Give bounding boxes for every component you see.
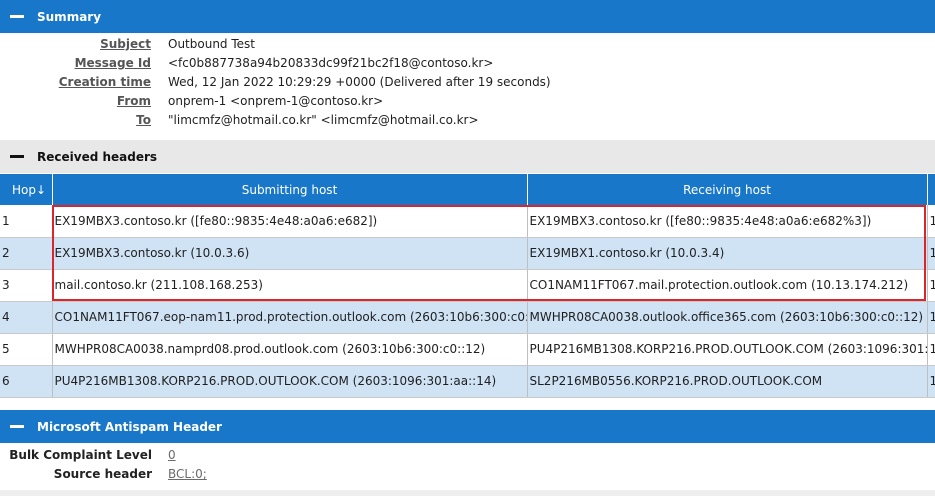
from-value: onprem-1 <onprem-1@contoso.kr> [168, 94, 384, 108]
subject-value: Outbound Test [168, 37, 255, 51]
submitting-host-column-header[interactable]: Submitting host [52, 174, 528, 205]
creation-time-value: Wed, 12 Jan 2022 10:29:29 +0000 (Deliver… [168, 75, 551, 89]
hop-cell: 3 [0, 269, 53, 302]
hop-cell: 6 [0, 365, 53, 398]
submitting-host-cell: PU4P216MB1308.KORP216.PROD.OUTLOOK.COM (… [52, 365, 528, 398]
summary-creation-time-row: Creation time Wed, 12 Jan 2022 10:29:29 … [0, 73, 935, 92]
summary-from-row: From onprem-1 <onprem-1@contoso.kr> [0, 92, 935, 111]
bulk-complaint-level-value[interactable]: 0 [168, 446, 176, 465]
to-label[interactable]: To [136, 111, 151, 130]
source-header-value[interactable]: BCL:0; [168, 465, 207, 484]
hop-cell: 4 [0, 301, 53, 334]
from-label[interactable]: From [117, 92, 151, 111]
summary-title: Summary [37, 9, 102, 24]
message-id-value: <fc0b887738a94b20833dc99f21bc2f18@contos… [168, 56, 494, 70]
summary-message-id-row: Message Id <fc0b887738a94b20833dc99f21bc… [0, 54, 935, 73]
creation-time-label[interactable]: Creation time [59, 73, 151, 92]
receiving-host-cell: MWHPR08CA0038.outlook.office365.com (260… [527, 301, 928, 334]
bottom-divider [0, 490, 935, 496]
table-row: 2 EX19MBX3.contoso.kr (10.0.3.6) EX19MBX… [0, 237, 935, 270]
received-headers-section-header[interactable]: Received headers [0, 140, 935, 173]
collapse-icon [10, 425, 24, 428]
summary-subject-row: Subject Outbound Test [0, 35, 935, 54]
source-header-row: Source header BCL:0; [0, 465, 935, 484]
submitting-host-cell: MWHPR08CA0038.namprd08.prod.outlook.com … [52, 333, 528, 366]
received-headers-table: Hop↓ Submitting host Receiving host 1 EX… [0, 174, 935, 398]
submitting-host-cell: CO1NAM11FT067.eop-nam11.prod.protection.… [52, 301, 528, 334]
extra-cell: 1 [927, 333, 935, 366]
extra-cell: 1 [927, 237, 935, 270]
subject-label[interactable]: Subject [100, 35, 151, 54]
extra-cell: 1 [927, 205, 935, 238]
table-row: 6 PU4P216MB1308.KORP216.PROD.OUTLOOK.COM… [0, 365, 935, 398]
receiving-host-cell: CO1NAM11FT067.mail.protection.outlook.co… [527, 269, 928, 302]
receiving-host-cell: EX19MBX3.contoso.kr ([fe80::9835:4e48:a0… [527, 205, 928, 238]
bulk-complaint-level-row: Bulk Complaint Level 0 [0, 446, 935, 465]
hop-cell: 2 [0, 237, 53, 270]
receiving-host-column-header[interactable]: Receiving host [527, 174, 928, 205]
extra-cell: 1 [927, 365, 935, 398]
received-headers-title: Received headers [37, 149, 158, 164]
hop-column-header[interactable]: Hop↓ [0, 174, 53, 205]
table-row: 1 EX19MBX3.contoso.kr ([fe80::9835:4e48:… [0, 205, 935, 238]
submitting-host-cell: mail.contoso.kr (211.108.168.253) [52, 269, 528, 302]
summary-section-header[interactable]: Summary [0, 0, 935, 33]
submitting-host-cell: EX19MBX3.contoso.kr (10.0.3.6) [52, 237, 528, 270]
to-value: "limcmfz@hotmail.co.kr" <limcmfz@hotmail… [168, 113, 479, 127]
antispam-title: Microsoft Antispam Header [37, 419, 222, 434]
table-row: 3 mail.contoso.kr (211.108.168.253) CO1N… [0, 269, 935, 302]
extra-cell: 1 [927, 301, 935, 334]
extra-column-header[interactable] [927, 174, 935, 205]
receiving-host-cell: SL2P216MB0556.KORP216.PROD.OUTLOOK.COM [527, 365, 928, 398]
table-row: 4 CO1NAM11FT067.eop-nam11.prod.protectio… [0, 301, 935, 334]
antispam-section-header[interactable]: Microsoft Antispam Header [0, 410, 935, 443]
submitting-host-cell: EX19MBX3.contoso.kr ([fe80::9835:4e48:a0… [52, 205, 528, 238]
table-row: 5 MWHPR08CA0038.namprd08.prod.outlook.co… [0, 333, 935, 366]
bulk-complaint-level-label: Bulk Complaint Level [9, 448, 152, 462]
summary-to-row: To "limcmfz@hotmail.co.kr" <limcmfz@hotm… [0, 111, 935, 130]
message-id-label[interactable]: Message Id [75, 54, 151, 73]
source-header-label: Source header [53, 467, 152, 481]
hop-cell: 5 [0, 333, 53, 366]
hop-cell: 1 [0, 205, 53, 238]
collapse-icon [10, 155, 24, 158]
table-header-row: Hop↓ Submitting host Receiving host [0, 174, 935, 205]
receiving-host-cell: PU4P216MB1308.KORP216.PROD.OUTLOOK.COM (… [527, 333, 928, 366]
collapse-icon [10, 15, 24, 18]
receiving-host-cell: EX19MBX1.contoso.kr (10.0.3.4) [527, 237, 928, 270]
extra-cell: 1 [927, 269, 935, 302]
